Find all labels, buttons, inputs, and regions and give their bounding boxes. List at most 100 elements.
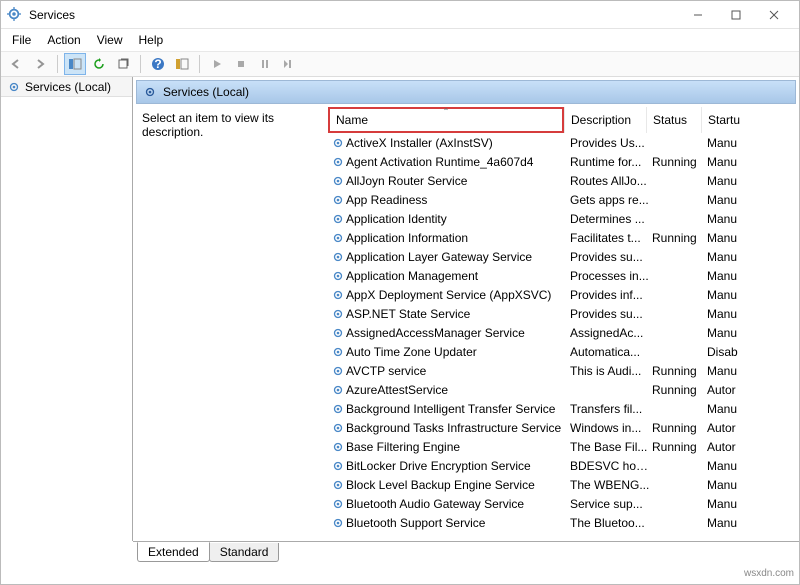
back-button[interactable] bbox=[5, 53, 27, 75]
table-row[interactable]: AppX Deployment Service (AppXSVC)Provide… bbox=[328, 285, 796, 304]
service-status: Running bbox=[652, 440, 707, 454]
gear-icon bbox=[328, 440, 346, 454]
table-row[interactable]: BitLocker Drive Encryption ServiceBDESVC… bbox=[328, 456, 796, 475]
table-row[interactable]: App ReadinessGets apps re...Manu bbox=[328, 190, 796, 209]
gear-icon bbox=[328, 174, 346, 188]
service-name: Background Intelligent Transfer Service bbox=[346, 402, 570, 416]
grid-header: ⌃ Name bbox=[328, 107, 564, 133]
table-row[interactable]: ASP.NET State ServiceProvides su...Manu bbox=[328, 304, 796, 323]
table-row[interactable]: ActiveX Installer (AxInstSV)Provides Us.… bbox=[328, 133, 796, 152]
menu-action[interactable]: Action bbox=[40, 31, 87, 49]
restart-service-button[interactable] bbox=[278, 53, 300, 75]
maximize-button[interactable] bbox=[717, 2, 755, 28]
service-startup: Manu bbox=[707, 136, 747, 150]
watermark: wsxdn.com bbox=[744, 568, 794, 579]
gear-icon bbox=[328, 269, 346, 283]
forward-button[interactable] bbox=[29, 53, 51, 75]
menu-view[interactable]: View bbox=[90, 31, 130, 49]
service-name: Application Management bbox=[346, 269, 570, 283]
table-row[interactable]: AzureAttestServiceRunningAutor bbox=[328, 380, 796, 399]
refresh-button[interactable] bbox=[88, 53, 110, 75]
service-name: Block Level Backup Engine Service bbox=[346, 478, 570, 492]
column-header-name[interactable]: ⌃ Name bbox=[330, 109, 562, 131]
titlebar: Services bbox=[1, 1, 799, 29]
details-title: Services (Local) bbox=[163, 85, 249, 99]
table-row[interactable]: Application ManagementProcesses in...Man… bbox=[328, 266, 796, 285]
close-button[interactable] bbox=[755, 2, 793, 28]
service-startup: Manu bbox=[707, 497, 747, 511]
details-header: Services (Local) bbox=[136, 80, 796, 104]
grid-rows[interactable]: ActiveX Installer (AxInstSV)Provides Us.… bbox=[328, 133, 796, 537]
service-description: Provides inf... bbox=[570, 288, 652, 302]
table-row[interactable]: Agent Activation Runtime_4a607d4Runtime … bbox=[328, 152, 796, 171]
svg-text:?: ? bbox=[154, 57, 161, 71]
tree-pane: Services (Local) bbox=[1, 77, 133, 541]
service-startup: Manu bbox=[707, 288, 747, 302]
service-description: Transfers fil... bbox=[570, 402, 652, 416]
menubar: File Action View Help bbox=[1, 29, 799, 51]
properties-button[interactable] bbox=[171, 53, 193, 75]
table-row[interactable]: Application Layer Gateway ServiceProvide… bbox=[328, 247, 796, 266]
service-description: AssignedAc... bbox=[570, 326, 652, 340]
service-description: The Base Fil... bbox=[570, 440, 652, 454]
service-name: Base Filtering Engine bbox=[346, 440, 570, 454]
tab-extended[interactable]: Extended bbox=[137, 542, 210, 562]
service-description: Windows in... bbox=[570, 421, 652, 435]
gear-icon bbox=[328, 402, 346, 416]
gear-icon bbox=[328, 155, 346, 169]
column-header-label: Startu bbox=[708, 113, 740, 127]
table-row[interactable]: Auto Time Zone UpdaterAutomatica...Disab bbox=[328, 342, 796, 361]
sort-ascending-icon: ⌃ bbox=[443, 107, 450, 116]
tree-item-services-local[interactable]: Services (Local) bbox=[1, 77, 132, 97]
service-startup: Manu bbox=[707, 155, 747, 169]
column-header-description[interactable]: Description bbox=[564, 107, 646, 133]
stop-service-button[interactable] bbox=[230, 53, 252, 75]
details-pane: Services (Local) Select an item to view … bbox=[133, 77, 799, 541]
table-row[interactable]: AVCTP serviceThis is Audi...RunningManu bbox=[328, 361, 796, 380]
table-row[interactable]: Block Level Backup Engine ServiceThe WBE… bbox=[328, 475, 796, 494]
service-description: Processes in... bbox=[570, 269, 652, 283]
service-startup: Manu bbox=[707, 174, 747, 188]
tab-standard[interactable]: Standard bbox=[209, 543, 280, 562]
show-hide-tree-button[interactable] bbox=[64, 53, 86, 75]
table-row[interactable]: Base Filtering EngineThe Base Fil...Runn… bbox=[328, 437, 796, 456]
table-row[interactable]: Bluetooth Support ServiceThe Bluetoo...M… bbox=[328, 513, 796, 532]
gear-icon bbox=[328, 193, 346, 207]
table-row[interactable]: Background Intelligent Transfer ServiceT… bbox=[328, 399, 796, 418]
gear-icon bbox=[328, 307, 346, 321]
gear-icon bbox=[328, 250, 346, 264]
gear-icon bbox=[328, 136, 346, 150]
service-startup: Manu bbox=[707, 193, 747, 207]
table-row[interactable]: Background Tasks Infrastructure ServiceW… bbox=[328, 418, 796, 437]
window-title: Services bbox=[29, 8, 679, 22]
column-header-status[interactable]: Status bbox=[646, 107, 701, 133]
start-service-button[interactable] bbox=[206, 53, 228, 75]
minimize-button[interactable] bbox=[679, 2, 717, 28]
gear-icon bbox=[328, 288, 346, 302]
service-description: Provides su... bbox=[570, 250, 652, 264]
table-row[interactable]: AssignedAccessManager ServiceAssignedAc.… bbox=[328, 323, 796, 342]
help-button[interactable]: ? bbox=[147, 53, 169, 75]
main-split: Services (Local) Services (Local) Select… bbox=[1, 77, 799, 541]
pause-service-button[interactable] bbox=[254, 53, 276, 75]
table-row[interactable]: Bluetooth Audio Gateway ServiceService s… bbox=[328, 494, 796, 513]
table-row[interactable]: Application InformationFacilitates t...R… bbox=[328, 228, 796, 247]
menu-file[interactable]: File bbox=[5, 31, 38, 49]
menu-help[interactable]: Help bbox=[132, 31, 171, 49]
table-row[interactable]: AllJoyn Router ServiceRoutes AllJo...Man… bbox=[328, 171, 796, 190]
service-startup: Autor bbox=[707, 421, 747, 435]
service-name: Application Identity bbox=[346, 212, 570, 226]
service-name: Agent Activation Runtime_4a607d4 bbox=[346, 155, 570, 169]
service-startup: Manu bbox=[707, 459, 747, 473]
table-row[interactable]: Application IdentityDetermines ...Manu bbox=[328, 209, 796, 228]
export-list-button[interactable] bbox=[112, 53, 134, 75]
service-startup: Manu bbox=[707, 250, 747, 264]
service-description: Provides su... bbox=[570, 307, 652, 321]
service-description: Determines ... bbox=[570, 212, 652, 226]
description-hint: Select an item to view its description. bbox=[142, 111, 322, 139]
column-header-startup[interactable]: Startu bbox=[701, 107, 745, 133]
service-startup: Manu bbox=[707, 364, 747, 378]
gear-icon bbox=[328, 478, 346, 492]
gear-icon bbox=[328, 231, 346, 245]
service-name: Application Layer Gateway Service bbox=[346, 250, 570, 264]
